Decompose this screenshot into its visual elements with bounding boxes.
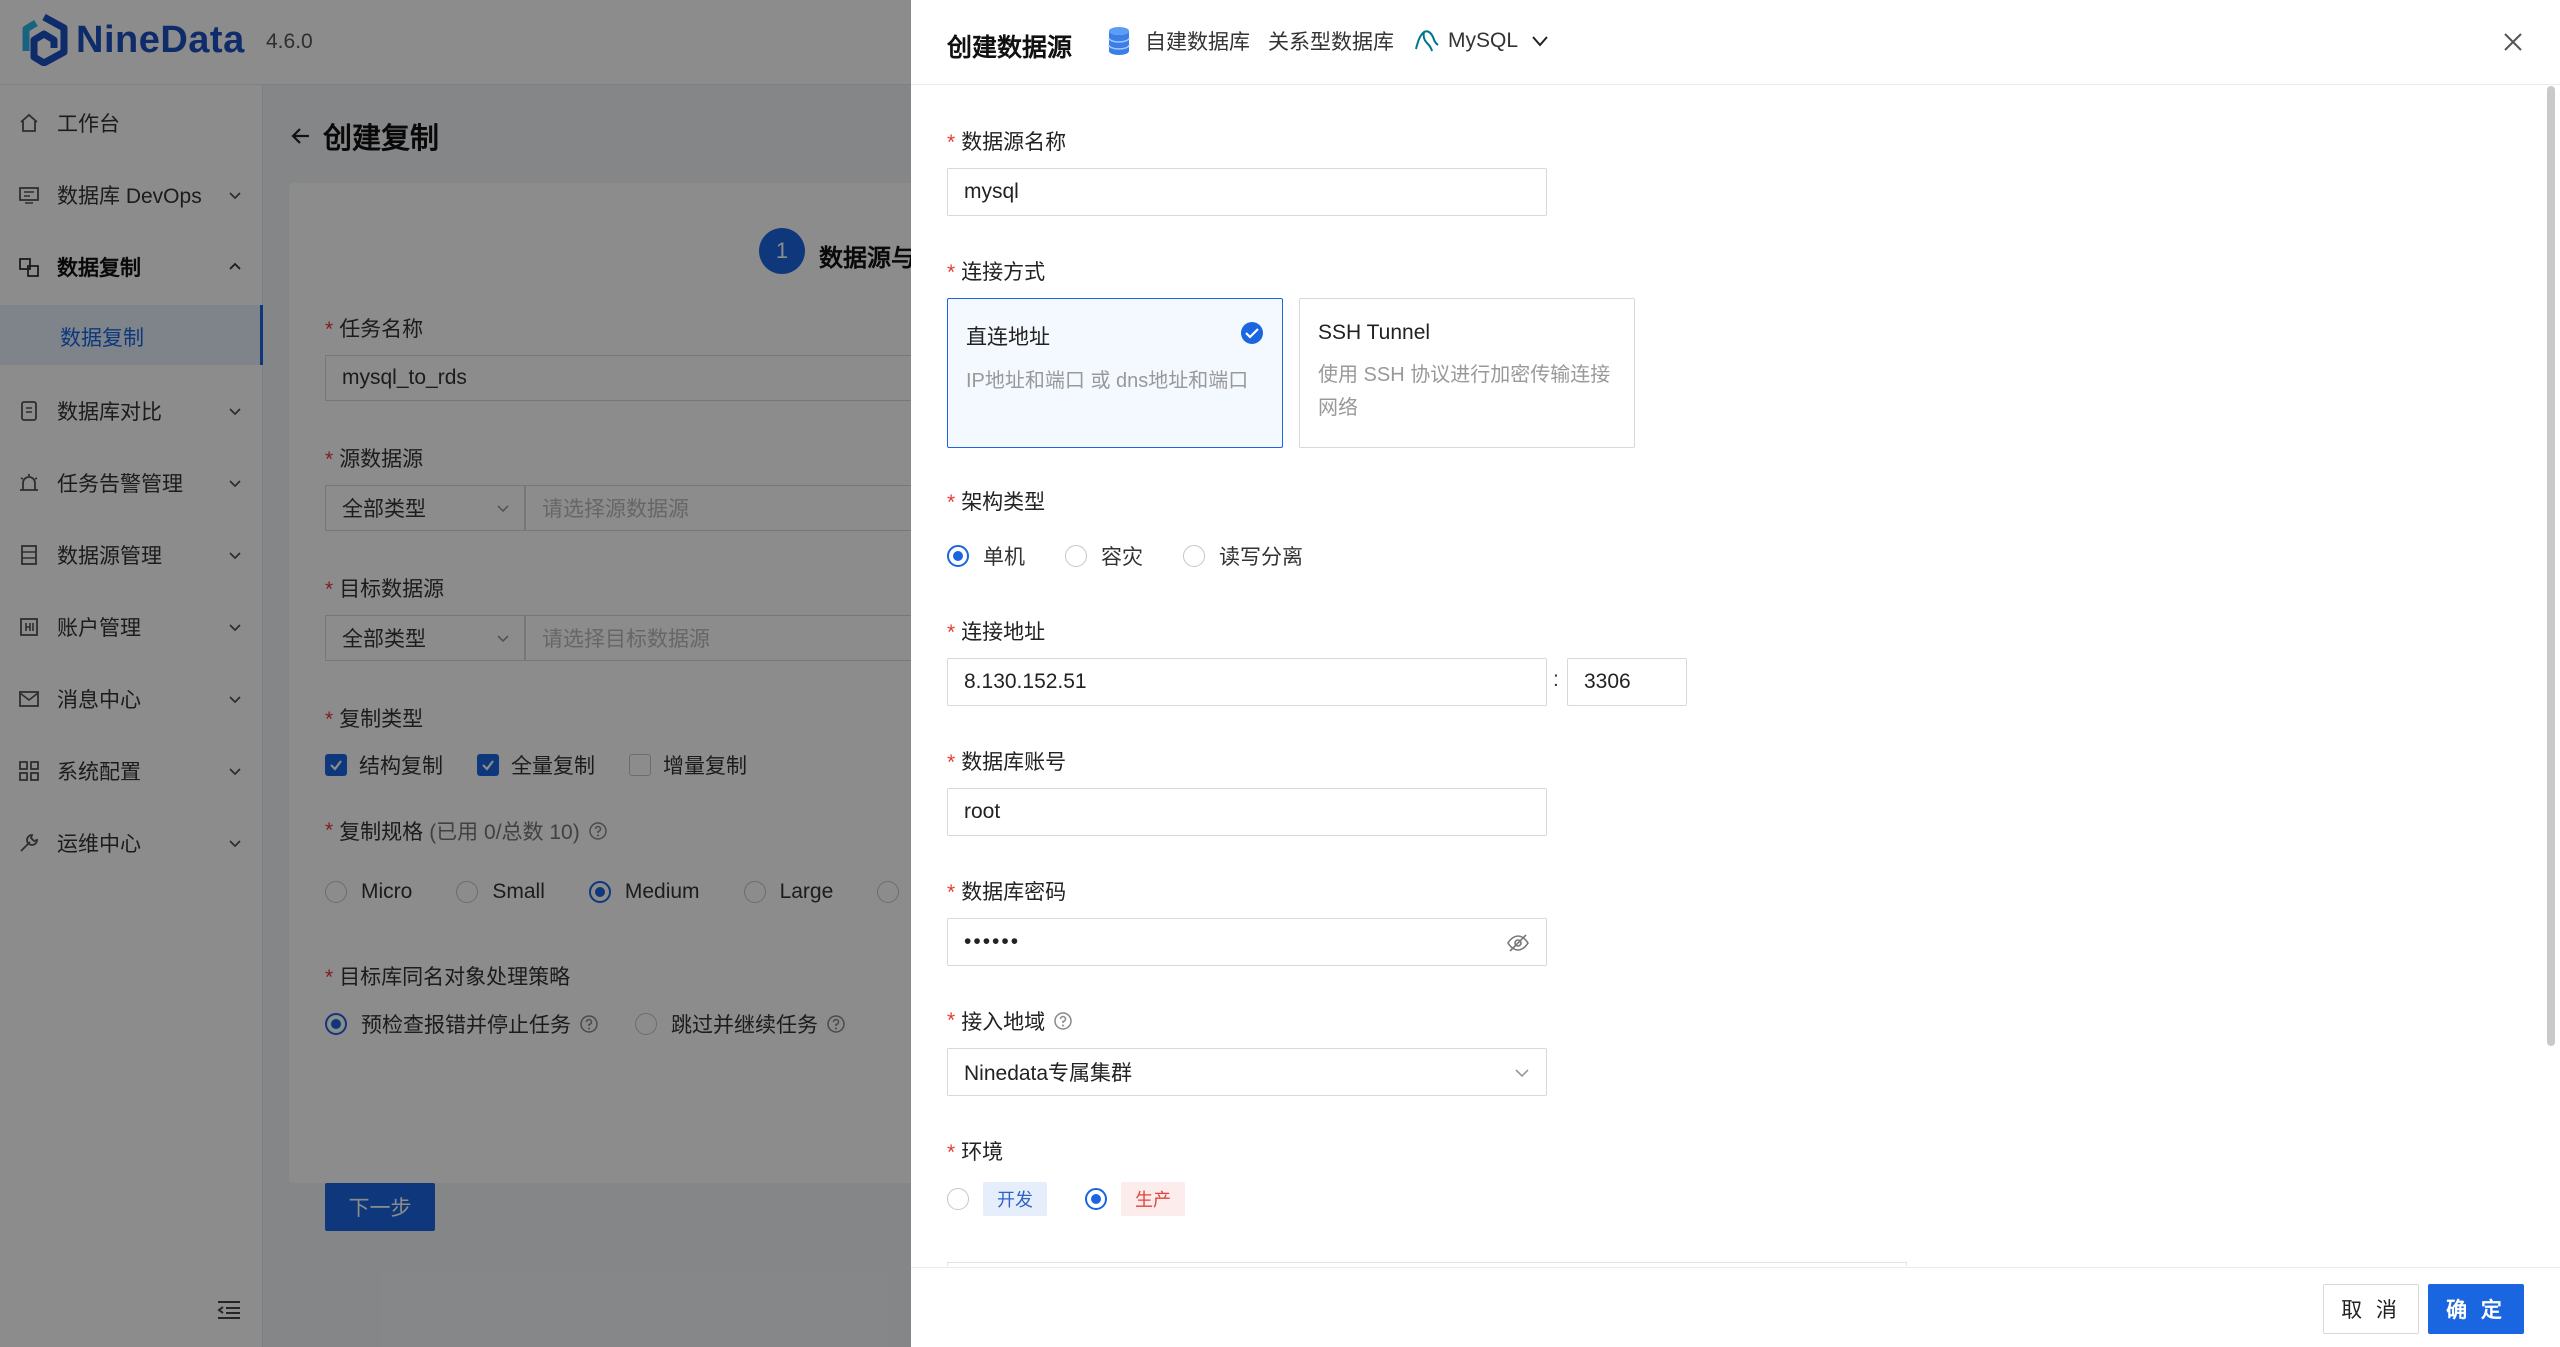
- conn-option-title: SSH Tunnel: [1318, 321, 1431, 344]
- addr-label: * 连接地址: [947, 621, 1046, 644]
- password-value: ••••••: [964, 930, 1021, 953]
- drawer-footer: 取 消 确 定: [911, 1267, 2560, 1347]
- crumb-relational: 关系型数据库: [1268, 31, 1394, 54]
- env-options: 开发 生产: [947, 1182, 1185, 1216]
- radio-read-write-split[interactable]: [1183, 545, 1205, 567]
- port-input[interactable]: 3306: [1567, 658, 1687, 706]
- radio-label: 单机: [983, 546, 1025, 569]
- conn-option-desc: IP地址和端口 或 dns地址和端口: [966, 370, 1249, 392]
- radio-label: 容灾: [1101, 546, 1143, 569]
- database-icon: [1108, 27, 1130, 55]
- conn-option-ssh[interactable]: SSH Tunnel 使用 SSH 协议进行加密传输连接网络: [1299, 298, 1635, 448]
- arch-options: 单机 容灾 读写分离: [947, 541, 1303, 571]
- host-input[interactable]: 8.130.152.51: [947, 658, 1547, 706]
- cancel-button[interactable]: 取 消: [2323, 1284, 2419, 1334]
- crumb-self-built: 自建数据库: [1145, 31, 1250, 54]
- conn-option-title: 直连地址: [966, 326, 1050, 349]
- radio-standalone[interactable]: [947, 545, 969, 567]
- crumb-mysql: MySQL: [1448, 29, 1519, 52]
- arch-label: * 架构类型: [947, 491, 1046, 514]
- mysql-icon: [1415, 30, 1439, 52]
- help-icon[interactable]: [1053, 1011, 1073, 1031]
- close-icon[interactable]: [2501, 30, 2525, 54]
- region-value: Ninedata专属集群: [964, 1062, 1133, 1085]
- confirm-button[interactable]: 确 定: [2428, 1284, 2524, 1334]
- drawer-header: 创建数据源 自建数据库 关系型数据库 MySQL: [911, 0, 2560, 85]
- drawer-scrollbar[interactable]: [2547, 86, 2555, 1046]
- account-label: * 数据库账号: [947, 751, 1067, 774]
- account-input[interactable]: root: [947, 788, 1547, 836]
- env-label: * 环境: [947, 1141, 1004, 1164]
- host-port-separator: :: [1553, 668, 1559, 691]
- name-label: * 数据源名称: [947, 131, 1067, 154]
- chevron-down-icon: [1515, 1069, 1529, 1078]
- radio-label: 读写分离: [1219, 546, 1303, 569]
- check-circle-icon: [1241, 322, 1263, 344]
- datasource-name-input[interactable]: mysql: [947, 168, 1547, 216]
- drawer-body: * 数据源名称 mysql * 连接方式 直连地址 IP地址和端口 或 dns地址和…: [911, 86, 2560, 1266]
- next-field-edge: [947, 1262, 1907, 1266]
- conn-option-direct[interactable]: 直连地址 IP地址和端口 或 dns地址和端口: [947, 298, 1283, 448]
- radio-env-prod[interactable]: [1085, 1188, 1107, 1210]
- radio-disaster-recovery[interactable]: [1065, 545, 1087, 567]
- env-tag-dev: 开发: [983, 1182, 1047, 1216]
- radio-env-dev[interactable]: [947, 1188, 969, 1210]
- conn-option-desc: 使用 SSH 协议进行加密传输连接网络: [1318, 364, 1611, 419]
- datasource-type-breadcrumb[interactable]: 自建数据库 关系型数据库 MySQL: [1107, 26, 1550, 56]
- create-datasource-drawer: 创建数据源 自建数据库 关系型数据库 MySQL * 数据源名称 mysql * 连…: [911, 0, 2560, 1347]
- env-tag-prod: 生产: [1121, 1182, 1185, 1216]
- drawer-title: 创建数据源: [947, 34, 1073, 62]
- eye-invisible-icon[interactable]: [1506, 931, 1530, 955]
- password-label: * 数据库密码: [947, 881, 1067, 904]
- password-input[interactable]: ••••••: [947, 918, 1547, 966]
- region-select[interactable]: Ninedata专属集群: [947, 1048, 1547, 1096]
- conn-label: * 连接方式: [947, 261, 1046, 284]
- chevron-down-icon: [1532, 36, 1548, 47]
- region-label: * 接入地域: [947, 1006, 1073, 1036]
